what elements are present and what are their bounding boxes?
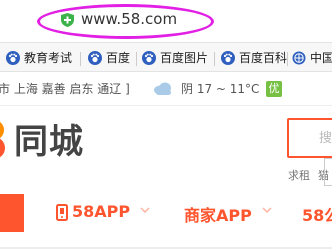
weather-text: 阴 17 ~ 11°C [181, 82, 260, 96]
address-bar[interactable]: www.58.com [0, 0, 332, 42]
city-list[interactable]: 市 上海 嘉善 启东 通辽 ] [0, 80, 130, 97]
bookmark-separator [287, 52, 288, 66]
mobile-phone-icon [56, 204, 68, 221]
nav-merchant-app[interactable]: 商家APP [184, 202, 252, 226]
air-quality-badge[interactable]: 优 [266, 81, 282, 97]
nav-58app[interactable]: 58APP [72, 202, 130, 221]
search-placeholder: 搜 [319, 131, 332, 146]
paw-icon [88, 51, 102, 65]
url-text[interactable]: www.58.com [81, 10, 177, 28]
paw-icon [6, 51, 20, 65]
logo-58-mark [0, 122, 5, 158]
category-menu-button[interactable] [0, 194, 24, 232]
logo-text[interactable]: 同城 [14, 114, 84, 163]
hot-word[interactable]: 求租 [288, 169, 310, 182]
chevron-down-icon [262, 207, 272, 214]
nav-bar: 58APP 商家APP 58公 [0, 194, 332, 234]
security-shield-icon[interactable] [61, 13, 74, 27]
paw-icon [142, 51, 156, 65]
cloud-icon [154, 82, 171, 95]
chevron-down-icon [140, 207, 150, 214]
bookmark-separator [214, 52, 215, 66]
city-weather-bar: 市 上海 嘉善 启东 通辽 ] 阴 17 ~ 11°C 优 [0, 72, 332, 106]
globe-icon [292, 51, 306, 65]
bookmark-separator [80, 52, 81, 66]
paw-icon [221, 51, 235, 65]
bookmarks-bar: 教育考试 百度 百度图片 百度百科 中国 [0, 42, 332, 72]
side-panel-edge [324, 158, 332, 186]
nav-58-public[interactable]: 58公 [302, 202, 332, 226]
bookmark-separator [136, 52, 137, 66]
